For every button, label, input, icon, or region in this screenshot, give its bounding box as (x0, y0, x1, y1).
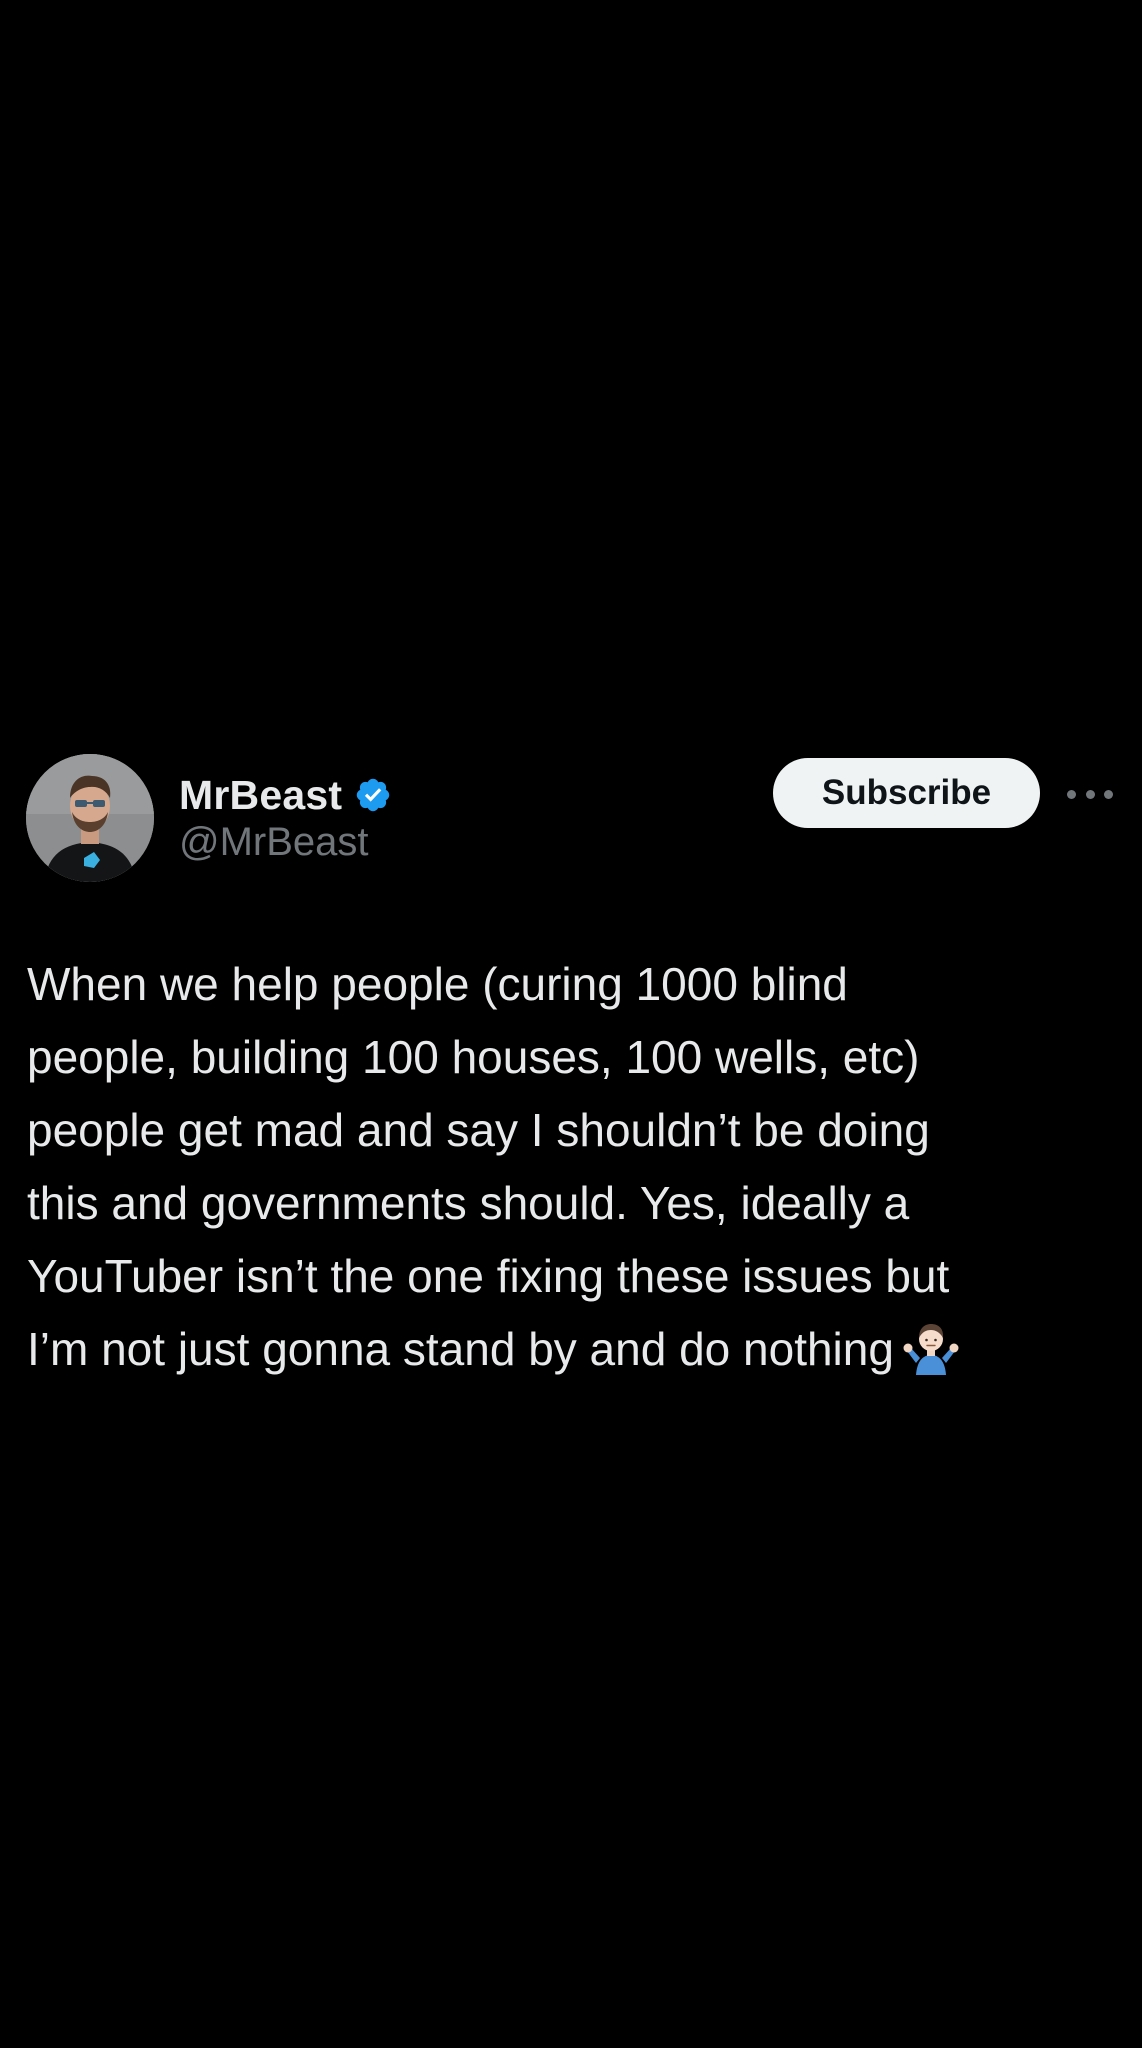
avatar[interactable] (26, 754, 154, 882)
name-row: MrBeast (179, 770, 392, 820)
post-text-line-last: I’m not just gonna stand by and do nothi… (27, 1313, 1117, 1386)
post-text-line: I’m not just gonna stand by and do nothi… (27, 1323, 894, 1375)
more-dot (1085, 789, 1095, 799)
subscribe-button[interactable]: Subscribe (773, 758, 1040, 828)
post-text-line: When we help people (curing 1000 blind (27, 958, 848, 1010)
post-text-line: this and governments should. Yes, ideall… (27, 1177, 910, 1229)
more-dot (1104, 789, 1113, 799)
person-shrugging-emoji-icon (903, 1324, 959, 1375)
post-text-line: people get mad and say I shouldn’t be do… (27, 1104, 930, 1156)
verified-badge-icon (356, 778, 390, 812)
post-text-line: people, building 100 houses, 100 wells, … (27, 1031, 920, 1083)
more-dot (1067, 789, 1076, 799)
post-text: When we help people (curing 1000 blind p… (27, 948, 1117, 1386)
user-handle[interactable]: @MrBeast (179, 820, 369, 865)
display-name[interactable]: MrBeast (179, 772, 342, 819)
post-text-line: YouTuber isn’t the one fixing these issu… (27, 1250, 950, 1302)
more-options-icon[interactable] (1067, 776, 1113, 812)
avatar-image (26, 754, 154, 882)
